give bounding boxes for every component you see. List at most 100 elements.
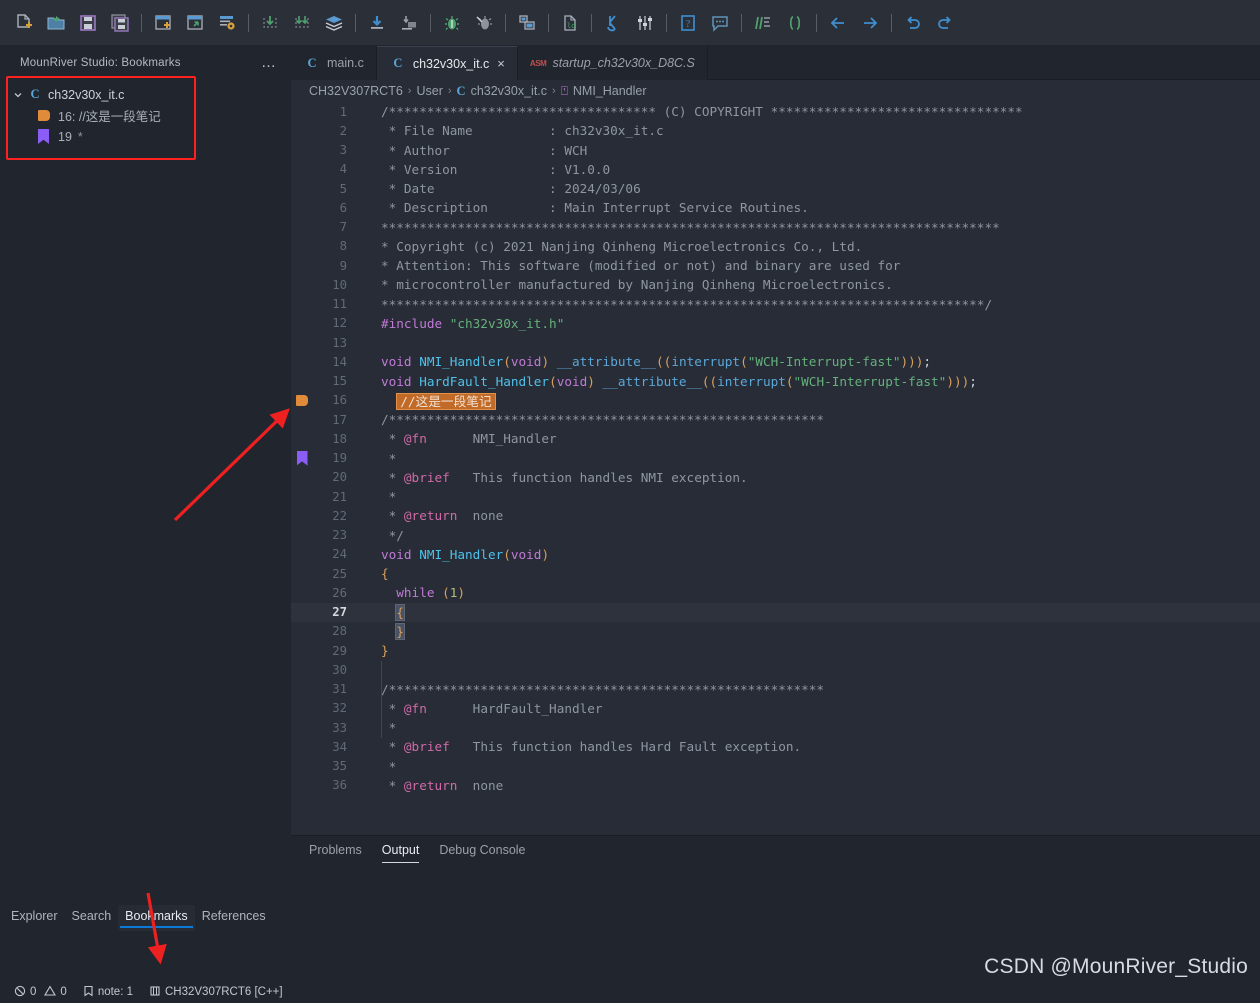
line-number: 2 xyxy=(339,123,347,138)
panel-tab-debug-console[interactable]: Debug Console xyxy=(439,843,525,859)
status-target[interactable]: CH32V307RCT6 [C++] xyxy=(141,981,291,1003)
sidebar-tab-references[interactable]: References xyxy=(195,905,273,931)
code-line[interactable]: 21 * xyxy=(291,487,1260,506)
code-line[interactable]: 36 * @return none xyxy=(291,776,1260,795)
redo-icon[interactable] xyxy=(930,8,960,38)
warning-count: 0 xyxy=(60,986,67,998)
code-line[interactable]: 11 **************************************… xyxy=(291,295,1260,314)
code-line[interactable]: 20 * @brief This function handles NMI ex… xyxy=(291,468,1260,487)
breadcrumb-file[interactable]: ch32v30x_it.c xyxy=(471,84,547,98)
download-run-icon[interactable] xyxy=(394,8,424,38)
code-line[interactable]: 29} xyxy=(291,641,1260,660)
code-line-text: } xyxy=(381,643,389,659)
code-line[interactable]: 1 /*********************************** (C… xyxy=(291,102,1260,121)
code-line[interactable]: 26 while (1) xyxy=(291,583,1260,602)
editor-tab-main-c[interactable]: C main.c xyxy=(291,46,377,80)
toolbar-separator xyxy=(248,13,249,32)
breadcrumb-folder[interactable]: User xyxy=(416,84,442,98)
download-icon[interactable] xyxy=(362,8,392,38)
sidebar-tab-bookmarks[interactable]: Bookmarks xyxy=(118,905,195,931)
navigate-back-icon[interactable] xyxy=(823,8,853,38)
code-line-text: * File Name : ch32v30x_it.c xyxy=(381,123,664,139)
new-file-icon[interactable] xyxy=(9,8,39,38)
line-number: 30 xyxy=(332,662,347,677)
code-line[interactable]: 30 xyxy=(291,660,1260,679)
breadcrumb-symbol[interactable]: NMI_Handler xyxy=(573,84,647,98)
code-editor[interactable]: 1 /*********************************** (C… xyxy=(291,102,1260,799)
open-folder-icon[interactable] xyxy=(41,8,71,38)
code-line[interactable]: 13 xyxy=(291,333,1260,352)
chevron-down-icon[interactable] xyxy=(10,90,26,100)
code-line[interactable]: 7 ***************************************… xyxy=(291,218,1260,237)
code-format-icon[interactable] xyxy=(748,8,778,38)
debug-attach-icon[interactable] xyxy=(469,8,499,38)
editor-tab-startup-s[interactable]: ASM startup_ch32v30x_D8C.S xyxy=(518,46,708,80)
help-icon[interactable]: ? xyxy=(673,8,703,38)
panel-tab-problems[interactable]: Problems xyxy=(309,843,362,859)
code-line[interactable]: 33 * xyxy=(291,718,1260,737)
c-file-icon: C xyxy=(393,56,403,70)
sidebar-tab-search[interactable]: Search xyxy=(65,905,119,931)
code-line[interactable]: 12 #include "ch32v30x_it.h" xyxy=(291,314,1260,333)
undo-icon[interactable] xyxy=(898,8,928,38)
code-line[interactable]: 4 * Version : V1.0.0 xyxy=(291,160,1260,179)
code-line[interactable]: 35 * xyxy=(291,757,1260,776)
sidebar-tab-explorer[interactable]: Explorer xyxy=(4,905,65,931)
status-problems[interactable]: 0 0 xyxy=(6,981,75,1003)
code-line[interactable]: 14 void NMI_Handler(void) __attribute__((… xyxy=(291,352,1260,371)
bookmark-note-item[interactable]: 16: //这是一段笔记 xyxy=(0,105,291,126)
status-note[interactable]: note: 1 xyxy=(75,981,141,1003)
editor-tab-label: startup_ch32v30x_D8C.S xyxy=(552,56,695,70)
code-line[interactable]: 34 * @brief This function handles Hard F… xyxy=(291,737,1260,756)
code-line[interactable]: 16 //这是一段笔记 xyxy=(291,391,1260,410)
code-line[interactable]: 22 * @return none xyxy=(291,506,1260,525)
code-brackets-icon[interactable] xyxy=(780,8,810,38)
code-line[interactable]: 24 void NMI_Handler(void) xyxy=(291,545,1260,564)
editor-tab-ch32v30x-it-c[interactable]: C ch32v30x_it.c × xyxy=(376,46,518,80)
code-line[interactable]: 10 * microcontroller manufactured by Nanj… xyxy=(291,275,1260,294)
import-project-icon[interactable] xyxy=(180,8,210,38)
rebuild-icon[interactable] xyxy=(287,8,317,38)
code-line[interactable]: 31 /*************************************… xyxy=(291,680,1260,699)
navigate-forward-icon[interactable] xyxy=(855,8,885,38)
code-line[interactable]: 19 * xyxy=(291,449,1260,468)
panel-tab-output[interactable]: Output xyxy=(381,843,419,863)
bookmark-line-item[interactable]: 19 * xyxy=(0,126,291,147)
bookmark-icon[interactable] xyxy=(291,450,313,466)
build-icon[interactable] xyxy=(255,8,285,38)
code-line[interactable]: 32 * @fn HardFault_Handler xyxy=(291,699,1260,718)
code-line-text: { xyxy=(381,566,389,582)
note-tag-icon xyxy=(38,110,50,121)
close-icon[interactable]: × xyxy=(497,56,505,71)
code-line[interactable]: 3 * Author : WCH xyxy=(291,141,1260,160)
ld-file-icon[interactable]: ld xyxy=(555,8,585,38)
feedback-icon[interactable] xyxy=(705,8,735,38)
debug-icon[interactable] xyxy=(437,8,467,38)
code-line[interactable]: 27 { xyxy=(291,602,1260,622)
line-number: 12 xyxy=(332,316,347,331)
wch-link-icon[interactable] xyxy=(598,8,628,38)
new-project-icon[interactable] xyxy=(148,8,178,38)
code-line[interactable]: 6 * Description : Main Interrupt Service… xyxy=(291,198,1260,217)
serial-monitor-icon[interactable] xyxy=(512,8,542,38)
code-line[interactable]: 15 void HardFault_Handler(void) __attribu… xyxy=(291,372,1260,391)
code-line[interactable]: 17 /*************************************… xyxy=(291,410,1260,429)
breadcrumb-project[interactable]: CH32V307RCT6 xyxy=(309,84,403,98)
code-line[interactable]: 2 * File Name : ch32v30x_it.c xyxy=(291,121,1260,140)
note-tag-icon[interactable] xyxy=(291,394,313,406)
code-line[interactable]: 8 * Copyright (c) 2021 Nanjing Qinheng Mi… xyxy=(291,237,1260,256)
code-line[interactable]: 25 { xyxy=(291,564,1260,583)
save-all-icon[interactable] xyxy=(105,8,135,38)
code-line[interactable]: 18 * @fn NMI_Handler xyxy=(291,429,1260,448)
tuner-icon[interactable] xyxy=(630,8,660,38)
code-line[interactable]: 5 * Date : 2024/03/06 xyxy=(291,179,1260,198)
bookmark-tree-file[interactable]: C ch32v30x_it.c xyxy=(0,84,291,105)
save-icon[interactable] xyxy=(73,8,103,38)
project-settings-icon[interactable] xyxy=(212,8,242,38)
code-line[interactable]: 28 } xyxy=(291,622,1260,641)
code-line[interactable]: 23 */ xyxy=(291,526,1260,545)
code-line[interactable]: 9 * Attention: This software (modified or… xyxy=(291,256,1260,275)
c-file-icon: C xyxy=(307,55,317,70)
sidebar-more-actions-icon[interactable]: … xyxy=(261,55,277,70)
build-all-icon[interactable] xyxy=(319,8,349,38)
